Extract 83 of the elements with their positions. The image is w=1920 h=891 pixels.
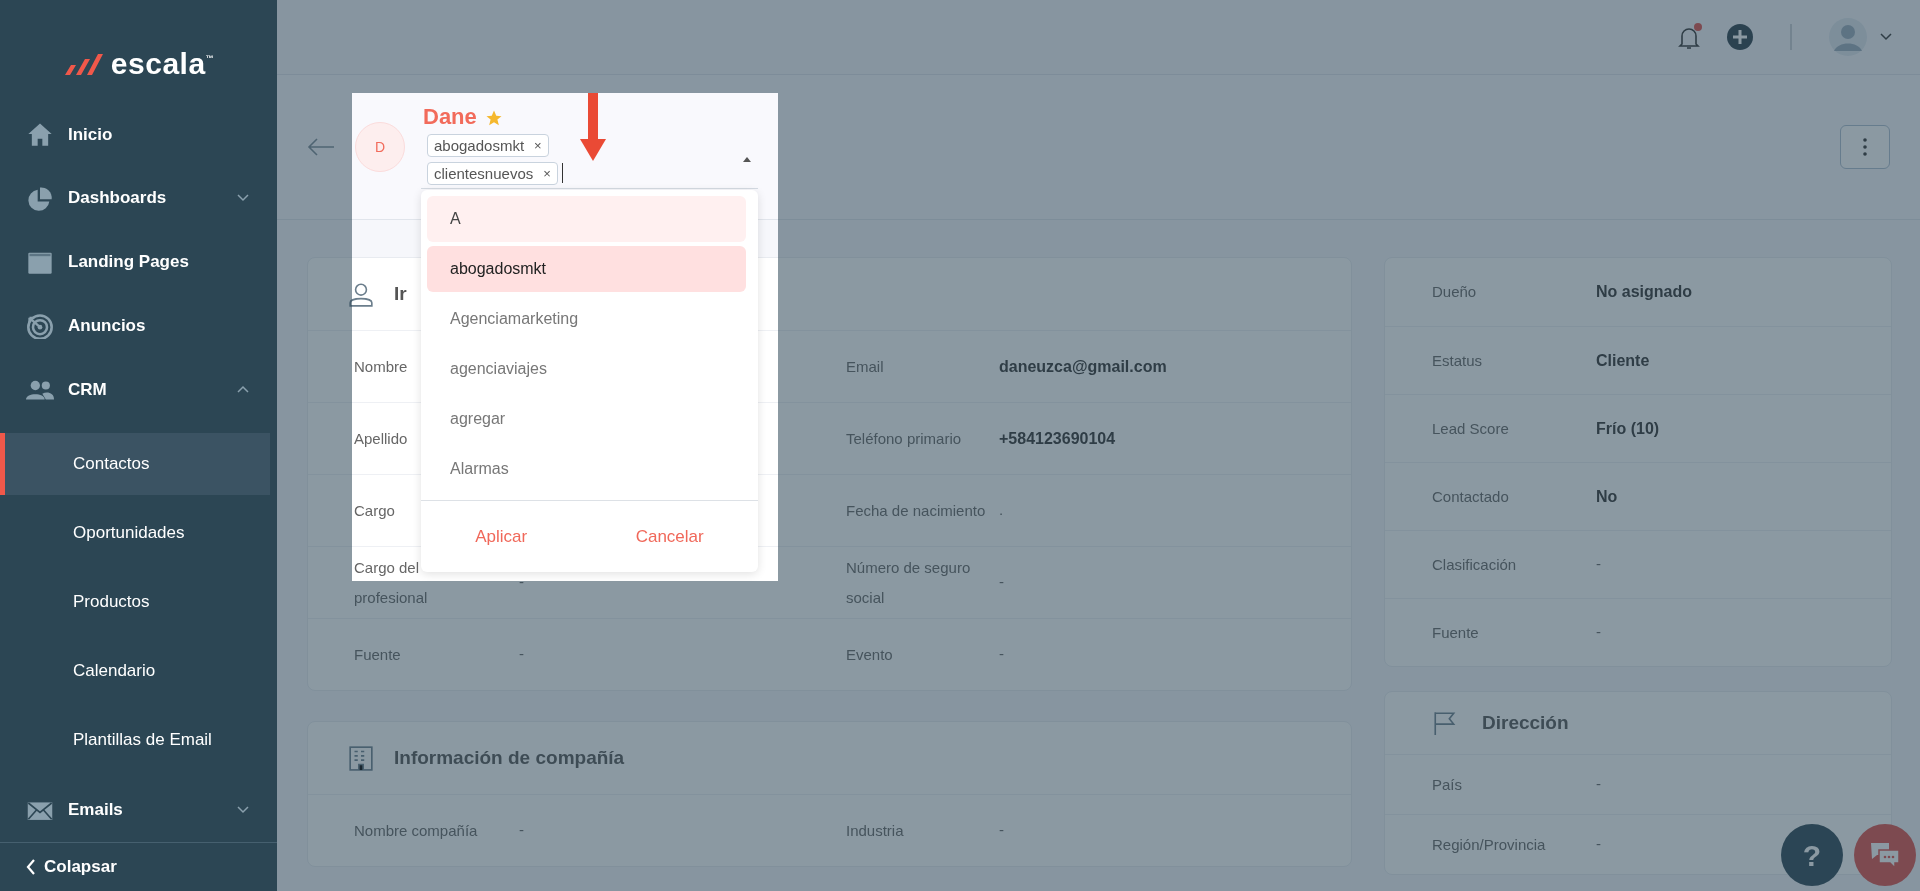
field-label: Clasificación	[1432, 554, 1518, 575]
dropdown-option[interactable]: Alarmas	[427, 446, 746, 492]
field-label: Nombre compañía	[354, 820, 479, 841]
field-label: Estatus	[1432, 350, 1484, 371]
field-label: Número de seguro social	[846, 557, 972, 608]
section-title: Información de compañía	[394, 745, 625, 770]
sidebar-subitem[interactable]: Oportunidades	[0, 502, 270, 565]
dropdown-option[interactable]: agregar	[427, 396, 746, 442]
field-value: -	[1596, 774, 1602, 795]
sidebar-item[interactable]: Landing Pages	[0, 230, 277, 294]
field-value: No	[1596, 486, 1619, 507]
add-icon[interactable]	[1726, 23, 1754, 51]
pointer-arrow	[580, 93, 606, 161]
caret-up-icon[interactable]	[742, 156, 752, 163]
field-label: Región/Provincia	[1432, 834, 1547, 855]
field-label: Lead Score	[1432, 418, 1510, 439]
field-label: Apellido	[354, 428, 409, 449]
sidebar-subitem[interactable]: Calendario	[0, 640, 270, 703]
field-label: Cargo	[354, 500, 396, 521]
field-label: Contactado	[1432, 486, 1510, 507]
back-arrow-icon[interactable]	[307, 138, 335, 156]
field-value: .	[999, 500, 1005, 521]
building-icon	[348, 745, 374, 771]
text-cursor	[561, 163, 563, 184]
person-icon	[348, 281, 374, 307]
dropdown-option[interactable]: Agenciamarketing	[427, 296, 746, 342]
dropdown-option[interactable]: A	[427, 196, 746, 242]
tag-select-field[interactable]: abogadosmkt × clientesnuevos ×	[421, 129, 758, 189]
logo-text: escala$^{™}$	[110, 49, 215, 80]
sidebar-item[interactable]: Emails	[0, 778, 277, 842]
sidebar-item[interactable]: Inicio	[0, 102, 277, 167]
sidebar-item[interactable]: CRM	[0, 357, 277, 422]
field-label: Fuente	[1432, 622, 1480, 643]
field-value: -	[519, 820, 525, 841]
sidebar-subitem[interactable]: Contactos	[0, 433, 270, 496]
user-avatar-icon[interactable]	[1828, 17, 1868, 57]
field-value: -	[999, 572, 1005, 593]
dropdown-option[interactable]: abogadosmkt	[427, 246, 746, 292]
remove-tag-button[interactable]: ×	[543, 162, 551, 184]
sidebar-item[interactable]: Anuncios	[0, 293, 277, 358]
dropdown-option[interactable]: agenciaviajes	[427, 346, 746, 392]
sidebar-subitem[interactable]: Plantillas de Email	[0, 709, 270, 772]
field-label: Industria	[846, 820, 905, 841]
field-label: País	[1432, 774, 1463, 795]
sidebar-item[interactable]: Dashboards	[0, 166, 277, 230]
chat-bubbles-icon	[1869, 841, 1901, 869]
tag-chip[interactable]: abogadosmkt ×	[427, 133, 549, 157]
field-value: +584123690104	[999, 428, 1117, 449]
tag-chip[interactable]: clientesnuevos ×	[427, 161, 558, 185]
field-label: Teléfono primario	[846, 428, 963, 449]
home-icon	[26, 121, 54, 148]
contact-name: Dane	[423, 105, 477, 130]
field-value: Cliente	[1596, 350, 1651, 371]
field-label: Fecha de nacimiento	[846, 500, 987, 521]
field-value: No asignado	[1596, 282, 1693, 302]
collapse-link[interactable]: Colapsar	[0, 842, 277, 891]
field-label: Evento	[846, 644, 894, 665]
sidebar-subitem[interactable]: Productos	[0, 571, 270, 634]
remove-tag-button[interactable]: ×	[534, 134, 542, 156]
logo-mark-icon	[62, 53, 103, 76]
contact-avatar: D	[355, 122, 405, 172]
field-value: daneuzca@gmail.com	[999, 356, 1168, 377]
section-title: Dirección	[1482, 710, 1569, 735]
field-label: Cargo del profesional	[354, 557, 429, 608]
section-title: Ir	[394, 281, 407, 306]
kebab-icon	[1863, 138, 1867, 156]
field-label: Fuente	[354, 644, 402, 665]
field-value: -	[519, 644, 525, 665]
field-value: -	[519, 572, 525, 593]
field-label: Email	[846, 356, 885, 377]
field-value: Frío (10)	[1596, 418, 1661, 439]
field-label: Dueño	[1432, 282, 1478, 302]
chevron-down-icon	[1880, 33, 1892, 41]
field-value: -	[999, 644, 1005, 665]
field-value: -	[1596, 834, 1602, 855]
more-options-button[interactable]	[1840, 125, 1890, 169]
field-value: -	[1596, 622, 1602, 643]
target-icon	[26, 312, 54, 339]
pie-chart-icon	[26, 185, 54, 212]
field-value: -	[999, 820, 1005, 841]
flag-icon	[1432, 710, 1458, 736]
chevron-left-icon	[26, 859, 36, 875]
field-value: -	[1596, 554, 1602, 575]
